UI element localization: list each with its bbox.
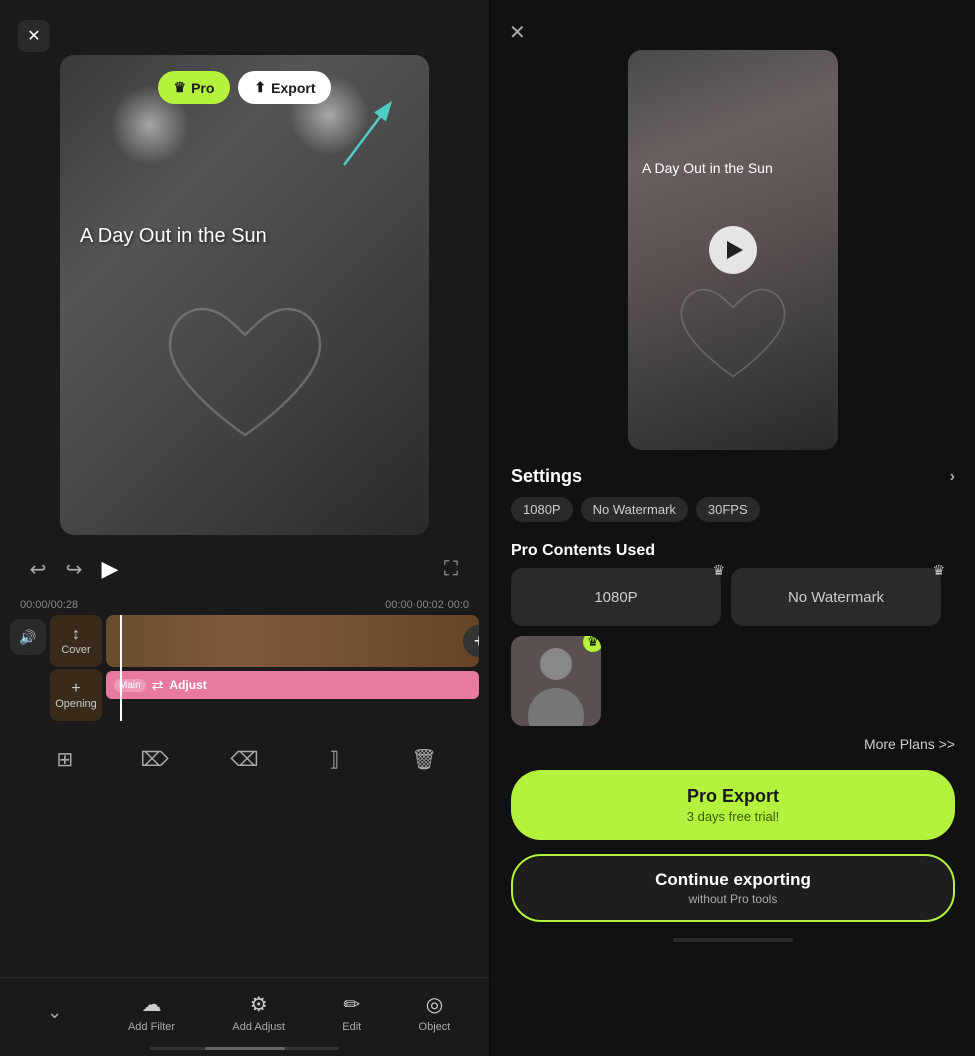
tracks-content: + Main ⇄ Adjust (106, 615, 479, 721)
time-mark-3: 00:0 (448, 599, 469, 611)
video-track-thumbnail (106, 615, 479, 667)
time-mark-1: 00:00 (385, 599, 413, 611)
play-triangle-icon (727, 241, 743, 259)
video-preview-right: A Day Out in the Sun (628, 50, 838, 450)
play-overlay-button[interactable] (709, 226, 757, 274)
timeline-cursor (120, 615, 122, 721)
video-title-overlay: A Day Out in the Sun (80, 225, 267, 248)
teal-arrow-annotation (314, 95, 404, 175)
track-action-buttons: ↕ Cover + Opening (50, 615, 102, 721)
heart-shape-svg (155, 295, 335, 455)
settings-tags: 1080P No Watermark 30FPS (511, 497, 955, 522)
close-left-button[interactable]: ✕ (18, 20, 50, 52)
settings-tag-watermark: No Watermark (581, 497, 688, 522)
export-button[interactable]: ⬆ Export (238, 71, 331, 104)
playback-controls: ↩ ↪ ▶ ⛶ (0, 539, 489, 599)
time-current: 00:00 (20, 599, 48, 611)
time-total: 00:28 (51, 599, 79, 611)
settings-arrow-icon[interactable]: › (950, 468, 955, 486)
pro-item-1080p-label: 1080P (594, 589, 637, 606)
right-scroll-indicator (673, 938, 793, 942)
pro-crown-watermark: ♛ (932, 562, 945, 579)
edit-icon: ✏ (343, 992, 360, 1017)
collapse-button[interactable]: ⌄ (39, 997, 71, 1029)
continue-sub-label: without Pro tools (689, 892, 778, 906)
pro-export-main-label: Pro Export (687, 786, 779, 807)
pro-contents-title: Pro Contents Used (491, 530, 975, 568)
opening-icon: + (71, 680, 80, 698)
add-filter-tool[interactable]: ☁ Add Filter (128, 992, 175, 1033)
scroll-thumb (205, 1047, 285, 1050)
more-plans-link[interactable]: More Plans >> (491, 726, 975, 762)
pro-item-1080p: 1080P ♛ (511, 568, 721, 626)
video-track: + (106, 615, 479, 667)
settings-section: Settings › 1080P No Watermark 30FPS (491, 450, 975, 530)
cover-button[interactable]: ↕ Cover (50, 615, 102, 667)
pro-export-sub-label: 3 days free trial! (687, 809, 780, 824)
bottom-toolbar: ⌄ ☁ Add Filter ⚙ Add Adjust ✏ Edit ◎ Obj… (0, 977, 489, 1047)
track-area: 🔊 ↕ Cover + Opening + (10, 615, 479, 721)
continue-export-button[interactable]: Continue exporting without Pro tools (511, 854, 955, 922)
settings-title-text: Settings (511, 466, 582, 487)
pro-export-button[interactable]: Pro Export 3 days free trial! (511, 770, 955, 840)
timeline-time: 00:00 / 00:28 00:00 · 00:02 · 00:0 (0, 599, 489, 611)
opening-button[interactable]: + Opening (50, 669, 102, 721)
redo-button[interactable]: ↪ (56, 551, 92, 587)
undo-button[interactable]: ↩ (20, 551, 56, 587)
pro-items-grid: 1080P ♛ No Watermark ♛ ♛ (491, 568, 975, 726)
track-sidebar: 🔊 (10, 615, 46, 721)
trim-left-tool[interactable]: ⌦ (135, 739, 175, 779)
right-panel: ✕ A Day Out in the Sun Settings › 1080P … (491, 0, 975, 1056)
add-filter-icon: ☁ (142, 992, 162, 1017)
edit-toolbar: ⊞ ⌦ ⌫ ⟧ 🗑 (0, 729, 489, 789)
pro-item-watermark: No Watermark ♛ (731, 568, 941, 626)
split-tool[interactable]: ⟧ (314, 739, 354, 779)
right-heart-svg (668, 280, 798, 390)
continue-main-label: Continue exporting (655, 870, 811, 890)
settings-title-row: Settings › (511, 466, 955, 487)
settings-tag-fps: 30FPS (696, 497, 760, 522)
time-mark-2: 00:02 (416, 599, 444, 611)
add-clip-tool[interactable]: ⊞ (45, 739, 85, 779)
edit-tool[interactable]: ✏ Edit (342, 992, 361, 1033)
trim-right-tool[interactable]: ⌫ (224, 739, 264, 779)
main-badge: Main (114, 679, 146, 692)
video-preview-left: A Day Out in the Sun ♛ Pro ⬆ Export (60, 55, 429, 535)
object-icon: ◎ (426, 992, 443, 1017)
settings-tag-1080p: 1080P (511, 497, 573, 522)
object-tool[interactable]: ◎ Object (419, 992, 451, 1033)
play-button[interactable]: ▶ (92, 551, 128, 587)
crown-icon: ♛ (174, 79, 187, 96)
fullscreen-button[interactable]: ⛶ (433, 551, 469, 587)
add-adjust-icon: ⚙ (250, 992, 268, 1017)
cover-icon: ↕ (72, 626, 80, 644)
close-right-button[interactable]: ✕ (509, 20, 526, 45)
left-panel: ✕ A Day Out in the Sun ♛ Pro ⬆ Export (0, 0, 489, 1056)
pro-item-photo: ♛ (511, 636, 601, 726)
audio-track-button[interactable]: 🔊 (10, 619, 46, 655)
pro-crown-photo: ♛ (583, 636, 601, 652)
adjust-icon: ⇄ (152, 677, 164, 694)
scroll-indicator (150, 1047, 339, 1050)
upload-icon: ⬆ (254, 79, 266, 96)
adjust-label: Adjust (169, 678, 206, 692)
pro-item-watermark-label: No Watermark (788, 589, 884, 606)
right-video-title: A Day Out in the Sun (642, 160, 773, 176)
pro-button[interactable]: ♛ Pro (158, 71, 231, 104)
delete-tool[interactable]: 🗑 (404, 739, 444, 779)
pro-crown-1080p: ♛ (712, 562, 725, 579)
video-top-buttons: ♛ Pro ⬆ Export (158, 71, 332, 104)
adjust-track: Main ⇄ Adjust (106, 671, 479, 699)
add-adjust-tool[interactable]: ⚙ Add Adjust (232, 992, 285, 1033)
